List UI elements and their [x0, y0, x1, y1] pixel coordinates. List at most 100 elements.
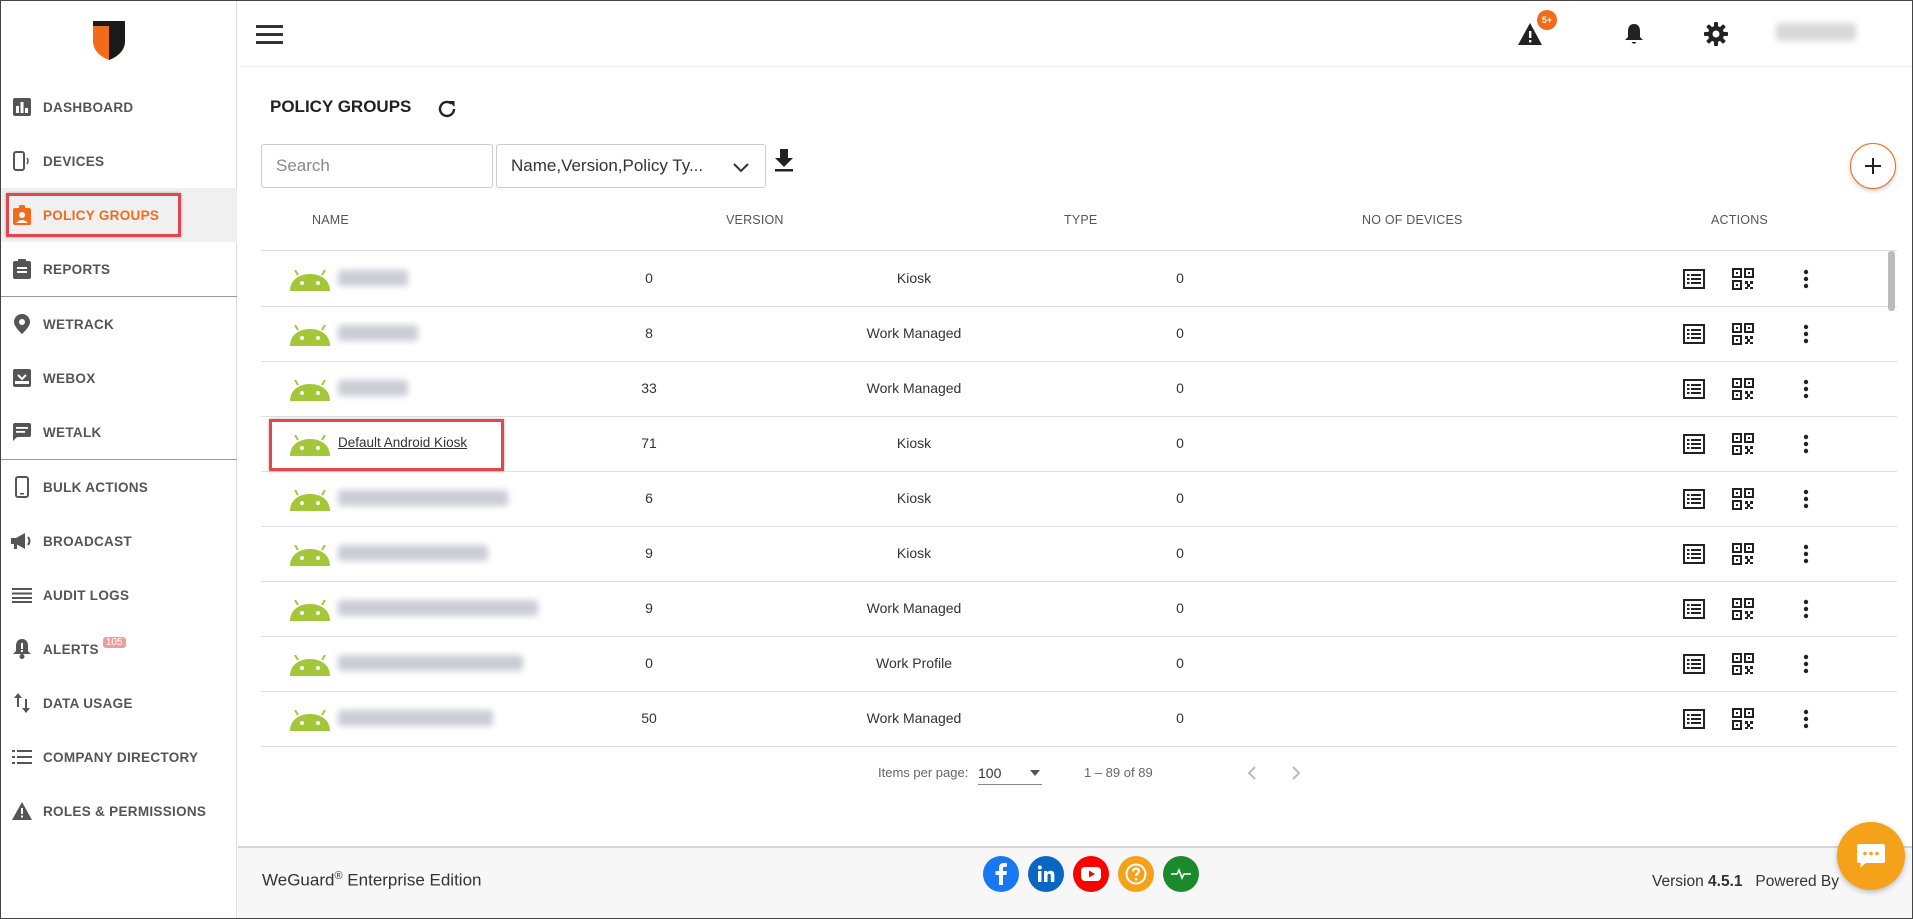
refresh-icon[interactable] [435, 97, 459, 121]
table-row[interactable]: 9 Kiosk 0 [261, 527, 1897, 582]
notifications-bell-icon[interactable] [1621, 21, 1647, 47]
sidebar-item-roles-permissions[interactable]: ROLES & PERMISSIONS [1, 784, 237, 838]
qr-code-icon[interactable] [1730, 706, 1756, 732]
view-details-icon[interactable] [1681, 486, 1707, 512]
devices-cell: 0 [1176, 380, 1184, 396]
more-options-icon[interactable] [1793, 486, 1819, 512]
table-row[interactable]: Default Android Kiosk 71 Kiosk 0 [261, 417, 1897, 472]
download-icon[interactable] [772, 147, 796, 173]
sidebar-item-reports[interactable]: REPORTS [1, 242, 237, 296]
column-header-actions: ACTIONS [1711, 213, 1768, 227]
qr-code-icon[interactable] [1730, 651, 1756, 677]
column-filter-select[interactable]: Name,Version,Policy Ty... [496, 144, 766, 188]
view-details-icon[interactable] [1681, 596, 1707, 622]
sidebar-item-policy-groups[interactable]: POLICY GROUPS [1, 188, 237, 242]
policy-group-name-redacted[interactable] [338, 545, 488, 561]
view-details-icon[interactable] [1681, 266, 1707, 292]
plus-icon [1865, 158, 1881, 174]
table-row[interactable]: 33 Work Managed 0 [261, 362, 1897, 417]
table-row[interactable]: 50 Work Managed 0 [261, 692, 1897, 747]
qr-code-icon[interactable] [1730, 596, 1756, 622]
view-details-icon[interactable] [1681, 651, 1707, 677]
youtube-icon[interactable] [1073, 856, 1109, 892]
linkedin-icon[interactable] [1028, 856, 1064, 892]
policy-group-name-redacted[interactable] [338, 600, 538, 616]
version-cell: 9 [645, 600, 653, 616]
table-row[interactable]: 0 Work Profile 0 [261, 637, 1897, 692]
footer-brand: WeGuard® Enterprise Edition [262, 870, 481, 891]
sidebar-item-data-usage[interactable]: DATA USAGE [1, 676, 237, 730]
type-cell: Kiosk [896, 435, 932, 451]
sidebar-item-bulk-actions[interactable]: BULK ACTIONS [1, 460, 237, 514]
more-options-icon[interactable] [1793, 431, 1819, 457]
previous-page-button[interactable] [1240, 761, 1264, 785]
user-name-redacted[interactable] [1776, 23, 1856, 41]
table-row[interactable]: 8 Work Managed 0 [261, 307, 1897, 362]
column-header-version[interactable]: VERSION [726, 213, 784, 227]
column-header-type[interactable]: TYPE [1064, 213, 1097, 227]
search-input[interactable] [261, 144, 493, 188]
column-header-devices[interactable]: NO OF DEVICES [1362, 213, 1463, 227]
next-page-button[interactable] [1284, 761, 1308, 785]
items-per-page-select[interactable]: 100 [978, 761, 1042, 785]
more-options-icon[interactable] [1793, 321, 1819, 347]
system-status-icon[interactable] [1163, 856, 1199, 892]
sidebar-item-audit-logs[interactable]: AUDIT LOGS [1, 568, 237, 622]
more-options-icon[interactable] [1793, 541, 1819, 567]
policy-group-name-redacted[interactable] [338, 325, 418, 341]
sidebar-item-alerts[interactable]: ALERTS 105 [1, 622, 237, 676]
facebook-icon[interactable] [983, 856, 1019, 892]
qr-code-icon[interactable] [1730, 376, 1756, 402]
more-options-icon[interactable] [1793, 376, 1819, 402]
view-details-icon[interactable] [1681, 431, 1707, 457]
view-details-icon[interactable] [1681, 541, 1707, 567]
version-label: Version [1652, 873, 1704, 890]
add-policy-group-button[interactable] [1850, 143, 1896, 189]
bell-alert-icon [11, 638, 33, 660]
sidebar-item-label: BROADCAST [43, 533, 132, 549]
view-details-icon[interactable] [1681, 321, 1707, 347]
qr-code-icon[interactable] [1730, 486, 1756, 512]
up-down-arrows-icon [11, 692, 33, 714]
more-options-icon[interactable] [1793, 651, 1819, 677]
sidebar-item-company-directory[interactable]: COMPANY DIRECTORY [1, 730, 237, 784]
sidebar-item-devices[interactable]: DEVICES [1, 134, 237, 188]
qr-code-icon[interactable] [1730, 431, 1756, 457]
sidebar-item-webox[interactable]: WEBOX [1, 351, 237, 405]
version-cell: 33 [641, 380, 657, 396]
live-chat-button[interactable] [1837, 822, 1905, 890]
help-question-icon[interactable] [1118, 856, 1154, 892]
policy-group-name-redacted[interactable] [338, 490, 508, 506]
weguard-logo[interactable] [91, 17, 127, 61]
table-row[interactable]: 9 Work Managed 0 [261, 582, 1897, 637]
sidebar-item-label: ROLES & PERMISSIONS [43, 803, 207, 819]
qr-code-icon[interactable] [1730, 266, 1756, 292]
sidebar-nav: DASHBOARD DEVICES POLICY GROUPS REPORTS … [1, 80, 237, 838]
settings-gear-icon[interactable] [1703, 21, 1729, 47]
policy-groups-table: NAME VERSION TYPE NO OF DEVICES ACTIONS … [261, 189, 1897, 807]
table-row[interactable]: 6 Kiosk 0 [261, 472, 1897, 527]
policy-group-name-redacted[interactable] [338, 380, 408, 396]
items-per-page-label: Items per page: [878, 765, 969, 780]
more-options-icon[interactable] [1793, 596, 1819, 622]
policy-group-name-redacted[interactable] [338, 710, 493, 726]
sidebar-item-broadcast[interactable]: BROADCAST [1, 514, 237, 568]
more-options-icon[interactable] [1793, 266, 1819, 292]
qr-code-icon[interactable] [1730, 541, 1756, 567]
alerts-count-badge: 105 [102, 636, 126, 648]
sidebar-item-wetalk[interactable]: WETALK [1, 405, 237, 459]
view-details-icon[interactable] [1681, 706, 1707, 732]
policy-group-name-redacted[interactable] [338, 655, 523, 671]
version-number: 4.5.1 [1708, 873, 1743, 890]
column-header-name[interactable]: NAME [312, 213, 349, 227]
type-cell: Work Managed [866, 710, 962, 726]
qr-code-icon[interactable] [1730, 321, 1756, 347]
more-options-icon[interactable] [1793, 706, 1819, 732]
sidebar-item-wetrack[interactable]: WETRACK [1, 297, 237, 351]
policy-group-name-redacted[interactable] [338, 270, 408, 286]
sidebar-item-dashboard[interactable]: DASHBOARD [1, 80, 237, 134]
view-details-icon[interactable] [1681, 376, 1707, 402]
table-scrollbar[interactable] [1888, 251, 1895, 311]
table-row[interactable]: 0 Kiosk 0 [261, 252, 1897, 307]
menu-toggle-icon[interactable] [256, 25, 283, 45]
